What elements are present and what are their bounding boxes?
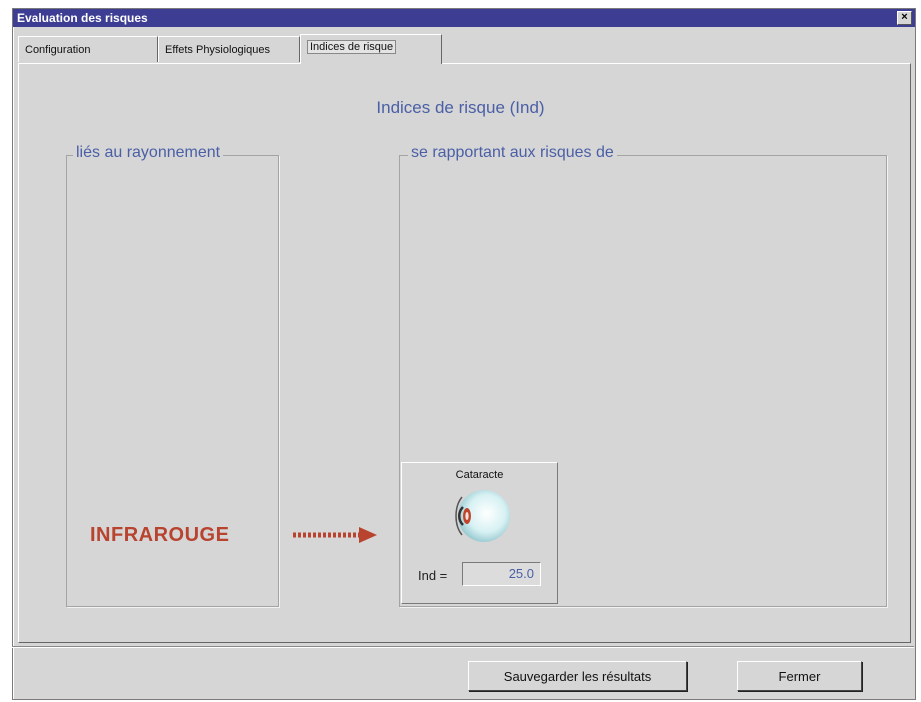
dotted-arrow-icon [293, 527, 377, 543]
close-icon: × [901, 11, 908, 23]
window-title: Evaluation des risques [17, 11, 148, 25]
panel-title: Indices de risque (Ind) [376, 98, 545, 117]
tab-indices-de-risque-label: Indices de risque [307, 40, 397, 54]
tab-effets-physiologiques-label: Effets Physiologiques [165, 44, 270, 56]
tab-configuration-label: Configuration [25, 44, 91, 56]
close-window-button[interactable]: × [897, 11, 912, 25]
tab-indices-de-risque[interactable]: Indices de risque [300, 34, 442, 64]
eye-icon [455, 490, 510, 542]
group-risks-legend: se rapportant aux risques de [408, 144, 617, 162]
ind-label: Ind = [418, 568, 448, 583]
ind-value-field: 25.0 [462, 562, 541, 586]
radiation-type-label: INFRAROUGE [90, 524, 230, 546]
tab-effets-physiologiques[interactable]: Effets Physiologiques [158, 36, 300, 62]
cataract-risk-panel: Cataracte Ind = 25.0 [401, 462, 558, 604]
group-radiation-legend: liés au rayonnement [73, 144, 224, 162]
cataract-title: Cataracte [455, 469, 504, 481]
close-button[interactable]: Fermer [737, 661, 862, 691]
title-bar: Evaluation des risques × [13, 9, 915, 27]
save-results-button[interactable]: Sauvegarder les résultats [468, 661, 687, 691]
tab-configuration[interactable]: Configuration [18, 36, 158, 62]
bottom-separator [12, 646, 914, 648]
